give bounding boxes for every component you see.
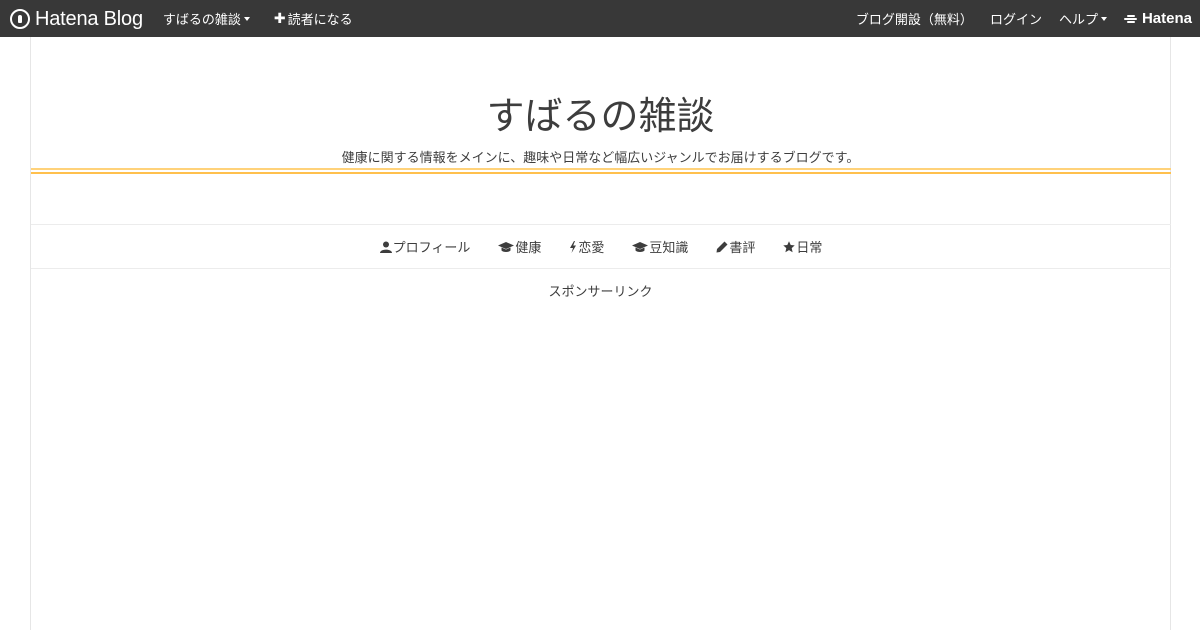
hatena-mark-icon bbox=[1123, 14, 1138, 24]
star-icon bbox=[783, 240, 796, 253]
pencil-icon bbox=[716, 241, 728, 253]
nav-item-label: 恋愛 bbox=[578, 241, 605, 256]
sponsored-link-label: スポンサーリンク bbox=[548, 285, 653, 300]
hatena-blog-logo[interactable]: Hatena Blog bbox=[10, 7, 143, 30]
nav-item-love[interactable]: 恋愛 bbox=[569, 237, 604, 256]
global-header-left: Hatena Blog すばるの雑談 ✚ 読者になる bbox=[10, 0, 377, 37]
help-label: ヘルプ bbox=[1058, 13, 1098, 28]
nav-item-label: 豆知識 bbox=[649, 241, 689, 256]
hatena-blog-logo-text: Hatena Blog bbox=[35, 7, 143, 30]
blog-description: 健康に関する情報をメインに、趣味や日常など幅広いジャンルでお届けするブログです。 bbox=[341, 151, 860, 166]
hatena-logo-text: Hatena bbox=[1141, 10, 1192, 27]
global-header-right: ブログ開設（無料） ログイン ヘルプ Hatena bbox=[839, 0, 1192, 37]
nav-item-book-review[interactable]: 書評 bbox=[716, 237, 755, 256]
blog-title[interactable]: すばるの雑談 bbox=[31, 93, 1170, 139]
create-blog-link[interactable]: ブログ開設（無料） bbox=[856, 9, 973, 28]
graduation-cap-icon bbox=[498, 241, 515, 253]
graduation-cap-icon bbox=[632, 241, 649, 253]
login-link[interactable]: ログイン bbox=[990, 9, 1042, 28]
blog-menu-dropdown[interactable]: すばるの雑談 bbox=[163, 9, 250, 28]
category-nav: プロフィール 健康 恋愛 豆知識 書評 日常 bbox=[31, 224, 1171, 269]
hatena-logo[interactable]: Hatena bbox=[1123, 10, 1192, 27]
global-header: Hatena Blog すばるの雑談 ✚ 読者になる ブログ開設（無料） ログイ… bbox=[0, 0, 1200, 37]
nav-item-label: 書評 bbox=[729, 241, 756, 256]
blog-menu-label: すばるの雑談 bbox=[162, 13, 241, 28]
subscribe-button[interactable]: ✚ 読者になる bbox=[273, 9, 353, 29]
nav-item-daily[interactable]: 日常 bbox=[783, 237, 822, 256]
blog-container: すばるの雑談 健康に関する情報をメインに、趣味や日常など幅広いジャンルでお届けす… bbox=[30, 37, 1171, 630]
caret-down-icon bbox=[1100, 17, 1107, 21]
plus-icon: ✚ bbox=[273, 10, 286, 27]
nav-item-profile[interactable]: プロフィール bbox=[379, 237, 471, 256]
nav-item-trivia[interactable]: 豆知識 bbox=[632, 237, 688, 256]
help-dropdown[interactable]: ヘルプ bbox=[1059, 9, 1107, 28]
caret-down-icon bbox=[243, 17, 250, 21]
title-accent-border bbox=[31, 168, 1171, 174]
nav-item-label: プロフィール bbox=[392, 241, 471, 256]
nav-item-health[interactable]: 健康 bbox=[498, 237, 541, 256]
nav-item-label: 日常 bbox=[796, 241, 823, 256]
nav-item-label: 健康 bbox=[515, 241, 542, 256]
subscribe-label: 読者になる bbox=[287, 13, 353, 28]
user-icon bbox=[379, 241, 392, 253]
hatena-blog-logo-icon bbox=[10, 8, 30, 29]
bolt-icon bbox=[569, 240, 577, 253]
